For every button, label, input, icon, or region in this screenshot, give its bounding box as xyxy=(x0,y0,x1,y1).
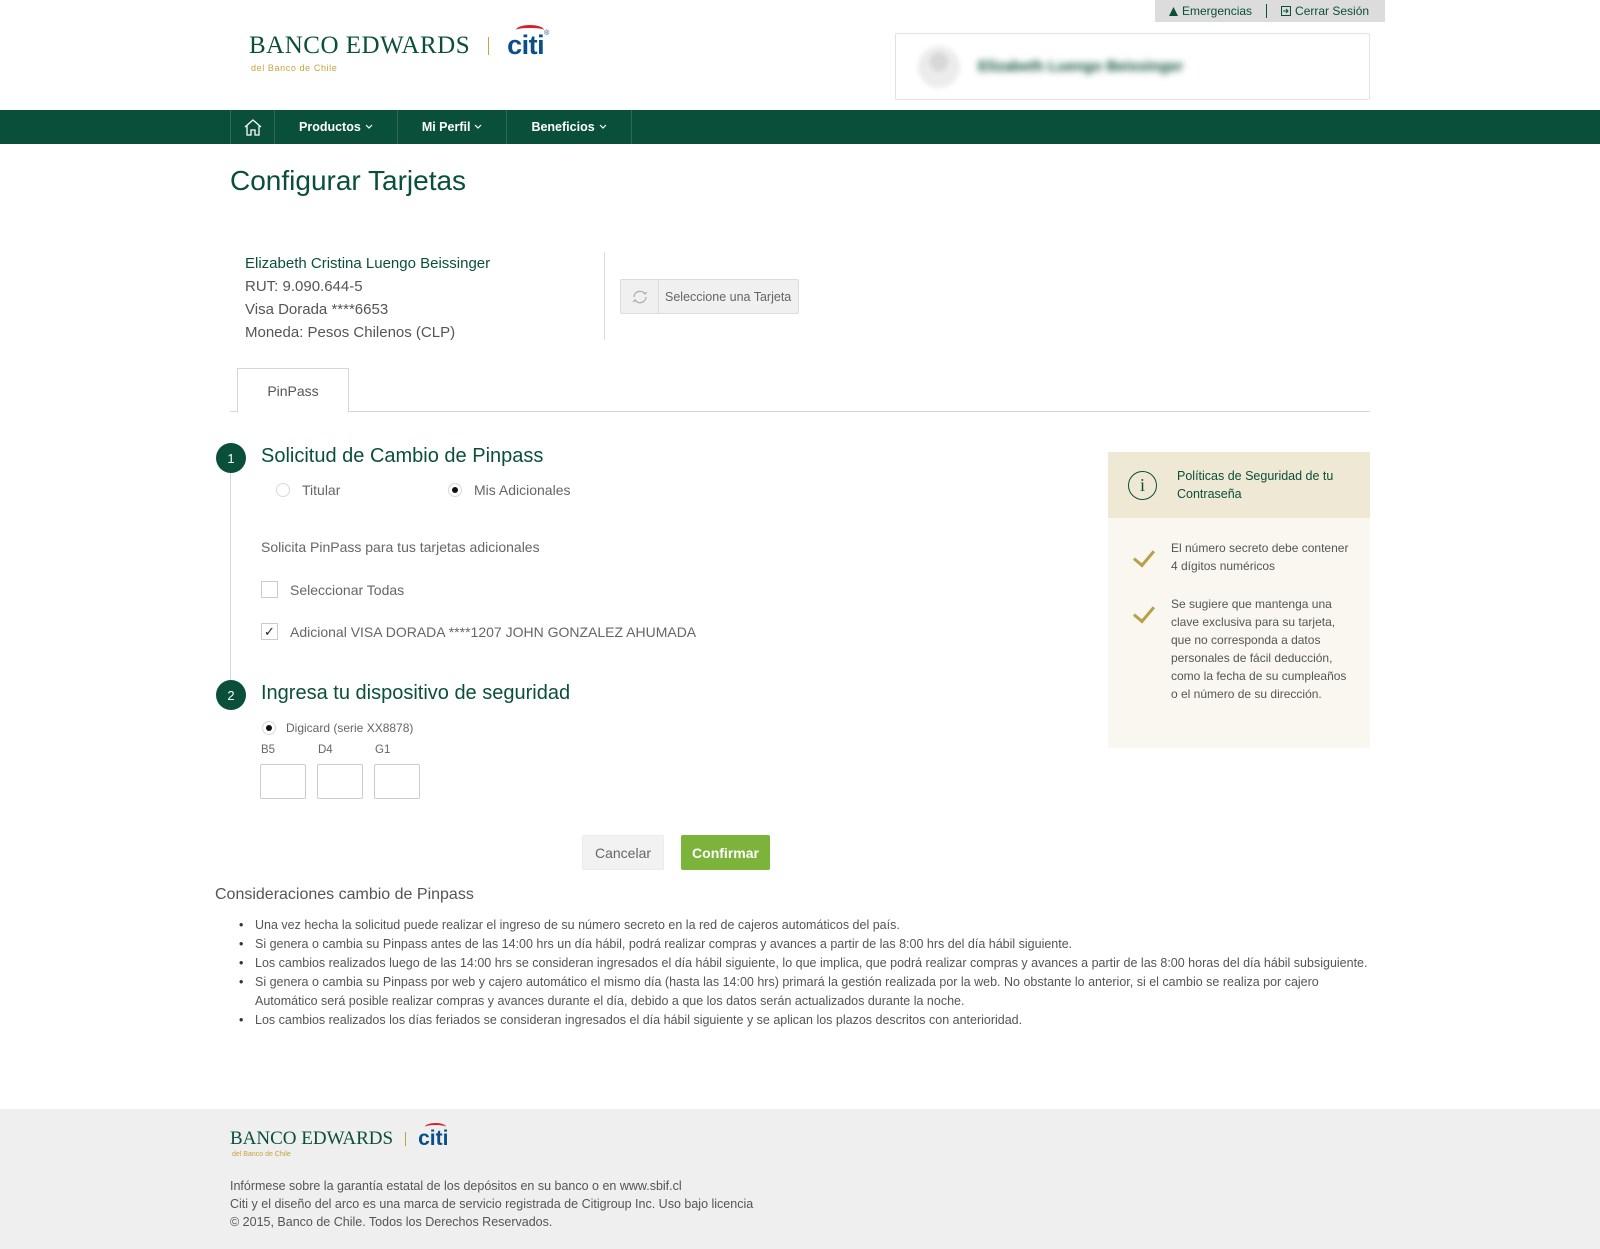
coord-b5-input[interactable] xyxy=(260,764,306,799)
footer-bank-subtitle: del Banco de Chile xyxy=(232,1151,291,1158)
security-tip-text: Se sugiere que mantenga una clave exclus… xyxy=(1171,597,1347,701)
radio-digicard-label: Digicard (serie XX8878) xyxy=(286,721,414,735)
step-2-title: Ingresa tu dispositivo de seguridad xyxy=(261,682,571,704)
additional-card-checkbox[interactable]: ✓ Adicional VISA DORADA ****1207 JOHN GO… xyxy=(261,623,696,640)
emergencias-link[interactable]: Emergencias xyxy=(1155,4,1266,18)
nav-productos-label: Productos xyxy=(299,120,361,134)
nav-beneficios[interactable]: Beneficios xyxy=(506,110,632,144)
cerrar-sesion-label: Cerrar Sesión xyxy=(1295,4,1370,18)
radio-mis-adicionales-control[interactable] xyxy=(448,483,462,497)
bank-name: BANCO EDWARDS xyxy=(249,31,471,59)
select-card-button[interactable]: Seleccione una Tarjeta xyxy=(620,279,799,314)
coord-d4-input[interactable] xyxy=(317,764,363,799)
cancel-button[interactable]: Cancelar xyxy=(582,835,664,870)
emergencias-label: Emergencias xyxy=(1182,4,1253,18)
select-card-label: Seleccione una Tarjeta xyxy=(665,289,792,304)
top-utility-bar: Emergencias Cerrar Sesión xyxy=(1155,0,1385,22)
chevron-down-icon xyxy=(599,124,607,129)
step-1-instruction: Solicita PinPass para tus tarjetas adici… xyxy=(261,539,540,555)
step-1-badge: 1 xyxy=(216,443,246,473)
step-1-title: Solicitud de Cambio de Pinpass xyxy=(261,445,544,467)
step-2-badge: 2 xyxy=(216,680,246,710)
additional-card-box[interactable]: ✓ xyxy=(261,623,278,640)
list-item: Los cambios realizados luego de las 14:0… xyxy=(215,954,1375,973)
cerrar-sesion-link[interactable]: Cerrar Sesión xyxy=(1266,4,1383,18)
nav-mi-perfil[interactable]: Mi Perfil xyxy=(396,110,507,144)
coord-g1-label: G1 xyxy=(375,744,391,756)
footer-text: Infórmese sobre la garantía estatal de l… xyxy=(230,1177,753,1231)
footer-line: © 2015, Banco de Chile. Todos los Derech… xyxy=(230,1215,553,1229)
nav-beneficios-label: Beneficios xyxy=(531,120,595,134)
security-policy-panel: i Políticas de Seguridad de tu Contraseñ… xyxy=(1108,452,1370,748)
info-icon: i xyxy=(1128,470,1157,500)
page-title: Configurar Tarjetas xyxy=(230,165,467,196)
tab-bar: PinPass xyxy=(230,368,1370,413)
citi-logo: citi® xyxy=(507,25,549,61)
list-item: Si genera o cambia su Pinpass antes de l… xyxy=(215,935,1375,954)
radio-titular[interactable]: Titular xyxy=(276,482,340,498)
bank-subtitle: del Banco de Chile xyxy=(251,63,338,73)
check-icon xyxy=(1132,600,1156,624)
card-number: Visa Dorada ****6653 xyxy=(245,301,389,318)
considerations-title: Consideraciones cambio de Pinpass xyxy=(215,886,474,903)
select-all-label: Seleccionar Todas xyxy=(290,581,405,598)
chevron-down-icon xyxy=(365,124,373,129)
avatar xyxy=(918,45,960,88)
security-tip-text: El número secreto debe contener 4 dígito… xyxy=(1171,541,1349,573)
coord-d4-label: D4 xyxy=(318,744,333,756)
check-icon xyxy=(1132,544,1156,568)
card-info: Elizabeth Cristina Luengo Beissinger RUT… xyxy=(245,252,490,344)
list-item: Una vez hecha la solicitud puede realiza… xyxy=(215,916,1375,935)
card-switch-icon xyxy=(621,280,659,313)
radio-mis-adicionales[interactable]: Mis Adicionales xyxy=(448,482,571,498)
radio-mis-adicionales-label: Mis Adicionales xyxy=(474,482,571,498)
home-icon xyxy=(244,119,261,136)
nav-productos[interactable]: Productos xyxy=(274,110,397,144)
footer-line: Infórmese sobre la garantía estatal de l… xyxy=(230,1179,682,1193)
radio-digicard-control[interactable] xyxy=(262,721,276,735)
nav-mi-perfil-label: Mi Perfil xyxy=(421,120,471,134)
footer-line: Citi y el diseño del arco es una marca d… xyxy=(230,1197,754,1211)
logout-icon xyxy=(1281,6,1292,16)
main-nav: Productos Mi Perfil Beneficios xyxy=(0,110,1600,144)
list-item: Si genera o cambia su Pinpass por web y … xyxy=(215,973,1375,1011)
nav-home[interactable] xyxy=(230,110,274,144)
tab-pinpass-label: PinPass xyxy=(267,382,319,399)
card-currency: Moneda: Pesos Chilenos (CLP) xyxy=(245,324,456,341)
list-item: Los cambios realizados los días feriados… xyxy=(215,1011,1375,1030)
radio-titular-control[interactable] xyxy=(276,483,290,497)
footer-logo: BANCO EDWARDS citi del Banco de Chile xyxy=(230,1123,448,1158)
additional-card-label: Adicional VISA DORADA ****1207 JOHN GONZ… xyxy=(290,623,697,640)
coord-b5-label: B5 xyxy=(261,744,276,756)
footer: BANCO EDWARDS citi del Banco de Chile In… xyxy=(0,1109,1600,1249)
considerations-list: Una vez hecha la solicitud puede realiza… xyxy=(215,916,1375,1030)
footer-bank-name: BANCO EDWARDS xyxy=(230,1128,394,1149)
security-policy-header: i Políticas de Seguridad de tu Contraseñ… xyxy=(1108,452,1370,518)
user-name: Elizabeth Luengo Beissinger xyxy=(978,58,1184,75)
coord-g1-input[interactable] xyxy=(374,764,420,799)
card-rut: RUT: 9.090.644-5 xyxy=(245,278,363,295)
security-policy-title: Políticas de Seguridad de tu Contraseña xyxy=(1177,469,1334,501)
card-owner: Elizabeth Cristina Luengo Beissinger xyxy=(245,255,491,272)
chevron-down-icon xyxy=(475,124,482,129)
select-all-checkbox[interactable]: Seleccionar Todas xyxy=(261,581,404,598)
select-all-box[interactable] xyxy=(261,581,278,598)
radio-titular-label: Titular xyxy=(302,482,341,498)
user-profile-box[interactable]: Elizabeth Luengo Beissinger xyxy=(895,33,1370,100)
footer-citi-logo: citi xyxy=(418,1123,448,1151)
divider xyxy=(604,252,605,340)
tab-pinpass[interactable]: PinPass xyxy=(237,368,349,413)
radio-digicard[interactable]: Digicard (serie XX8878) xyxy=(262,721,413,735)
warning-icon xyxy=(1169,6,1178,16)
confirm-button[interactable]: Confirmar xyxy=(681,835,770,870)
bank-logo[interactable]: BANCO EDWARDS citi® del Banco de Chile xyxy=(249,25,549,73)
step-connector xyxy=(230,460,231,700)
